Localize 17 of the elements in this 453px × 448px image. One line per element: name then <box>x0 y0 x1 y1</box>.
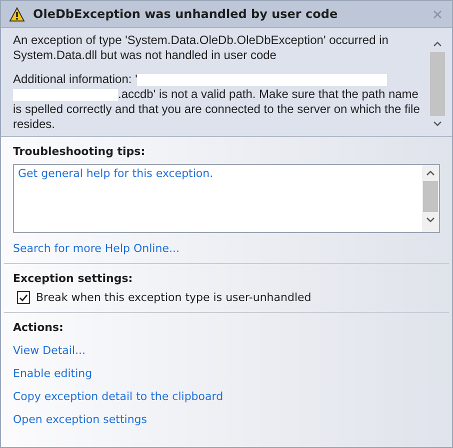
message-line: An exception of type 'System.Data.OleDb.OleDbException' occurred in <box>13 33 390 48</box>
section-heading: Troubleshooting tips: <box>13 145 146 158</box>
window-title: OleDbException was unhandled by user code <box>33 7 339 21</box>
section-heading: Actions: <box>13 321 64 334</box>
info-label: Additional information: ' <box>13 72 138 87</box>
action-link[interactable]: Copy exception detail to the clipboard <box>13 390 224 403</box>
tip-link[interactable]: Get general help for this exception. <box>18 167 214 180</box>
info-text: resides. <box>13 117 56 132</box>
section-heading: Exception settings: <box>13 272 134 285</box>
action-link[interactable]: View Detail... <box>13 344 86 357</box>
action-link[interactable]: Open exception settings <box>13 413 147 426</box>
checkbox-label: Break when this exception type is user-unhandled <box>36 291 312 304</box>
info-text: .accdb' is not a valid path. Make sure that the path name <box>118 87 418 102</box>
action-link[interactable]: Enable editing <box>13 367 92 380</box>
info-text: is spelled correctly and that you are connected to the server on which the file <box>13 102 420 117</box>
message-line: System.Data.dll but was not handled in user code <box>13 48 278 63</box>
search-help-link[interactable]: Search for more Help Online... <box>13 242 180 255</box>
